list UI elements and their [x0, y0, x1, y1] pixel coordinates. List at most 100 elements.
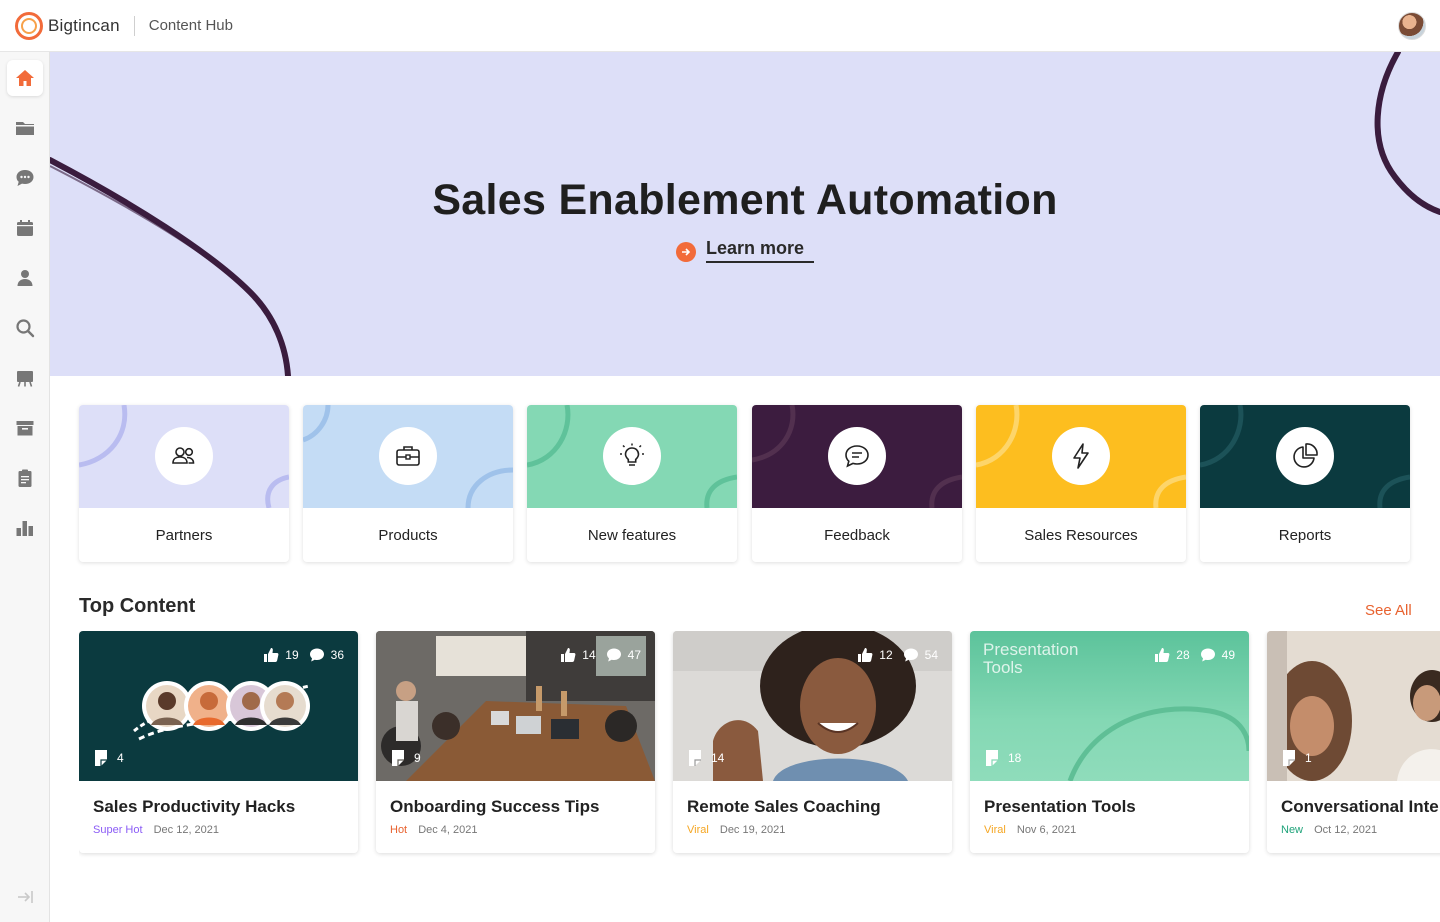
user-avatar[interactable] [1398, 12, 1426, 40]
page-count: 1 [1281, 749, 1312, 767]
sidebar-item-home[interactable] [7, 60, 43, 96]
thumbs-up-icon [264, 648, 279, 662]
arrow-right-icon [676, 242, 696, 262]
briefcase-icon [396, 446, 420, 466]
archive-icon [16, 421, 34, 436]
see-all-link[interactable]: See All [1365, 602, 1412, 619]
status-tag: Super Hot [93, 824, 143, 836]
category-icon-circle [1052, 427, 1110, 485]
card-meta: New Oct 12, 2021 [1281, 824, 1377, 836]
pages-number: 4 [117, 751, 124, 765]
sidebar-item-presentations[interactable] [7, 360, 43, 396]
category-tile-sales-resources[interactable]: Sales Resources [976, 405, 1186, 562]
status-tag: Viral [984, 824, 1006, 836]
card-meta: Viral Nov 6, 2021 [984, 824, 1076, 836]
card-meta: Viral Dec 19, 2021 [687, 824, 785, 836]
category-label: Products [378, 526, 438, 544]
category-banner [527, 405, 737, 508]
category-tile-reports[interactable]: Reports [1200, 405, 1410, 562]
card-thumbnail: 12 54 14 [673, 631, 952, 781]
page-count: 14 [687, 749, 724, 767]
thumbs-up-icon [561, 648, 576, 662]
comment-icon [606, 648, 621, 662]
card-thumbnail: 1 [1267, 631, 1440, 781]
sidebar-item-people[interactable] [7, 260, 43, 296]
chat-icon [16, 170, 34, 186]
sidebar [0, 52, 50, 922]
category-tile-feedback[interactable]: Feedback [752, 405, 962, 562]
collapse-icon[interactable] [16, 888, 34, 906]
card-title: Remote Sales Coaching [687, 797, 881, 816]
status-tag: Viral [687, 824, 709, 836]
hero-title: Sales Enablement Automation [432, 176, 1058, 224]
category-label: Sales Resources [1024, 526, 1138, 544]
card-stats: 14 47 [560, 647, 641, 663]
sidebar-item-tasks[interactable] [7, 460, 43, 496]
category-label: Feedback [824, 526, 890, 544]
likes-count: 19 [285, 648, 299, 662]
card-title: Conversational Inte [1281, 797, 1439, 816]
sidebar-item-content[interactable] [7, 110, 43, 146]
thumbs-up-icon [858, 648, 873, 662]
bigtincan-logo-icon [15, 11, 43, 40]
analytics-icon [16, 521, 33, 536]
likes-count: 12 [879, 648, 893, 662]
partners-icon [172, 447, 195, 464]
learn-more-link[interactable]: Learn more [676, 238, 815, 263]
thumbnail-title: Presentation Tools [983, 640, 1079, 677]
category-icon-circle [379, 427, 437, 485]
category-banner [976, 405, 1186, 508]
category-icon-circle [828, 427, 886, 485]
sidebar-item-chat[interactable] [7, 160, 43, 196]
card-meta: Super Hot Dec 12, 2021 [93, 824, 219, 836]
comments-count: 49 [1221, 648, 1235, 662]
sidebar-item-analytics[interactable] [7, 510, 43, 546]
header-divider [133, 15, 135, 36]
status-tag: Hot [390, 824, 408, 836]
category-tiles: Partners Products New features Feedback [79, 405, 1411, 562]
sidebar-item-search[interactable] [7, 310, 43, 346]
document-icon [1283, 750, 1295, 766]
category-tile-partners[interactable]: Partners [79, 405, 289, 562]
comment-icon [903, 648, 918, 662]
comment-icon [309, 648, 324, 662]
category-icon-circle [155, 427, 213, 485]
content-card-conversational[interactable]: 1 Conversational Inte New Oct 12, 2021 [1267, 631, 1440, 853]
content-card-presentation-tools[interactable]: Presentation Tools 28 49 18 Presentation… [970, 631, 1249, 853]
thumbs-up-icon [1155, 648, 1170, 662]
card-thumbnail: 19 36 4 [79, 631, 358, 781]
document-icon [95, 750, 107, 766]
comments-count: 54 [924, 648, 938, 662]
likes-count: 28 [1176, 648, 1190, 662]
content-card-sales-productivity[interactable]: 19 36 4 Sales Productivity Hacks Super H… [79, 631, 358, 853]
document-icon [689, 750, 701, 766]
document-icon [392, 750, 404, 766]
top-content-heading: Top Content [79, 595, 196, 617]
top-content-carousel: 19 36 4 Sales Productivity Hacks Super H… [79, 631, 1440, 861]
sidebar-item-calendar[interactable] [7, 210, 43, 246]
category-tile-products[interactable]: Products [303, 405, 513, 562]
message-icon [845, 445, 869, 468]
presentation-icon [17, 371, 33, 387]
card-stats: 19 36 [263, 647, 344, 663]
category-banner [1200, 405, 1410, 508]
pie-chart-icon [1293, 443, 1318, 468]
sidebar-item-archive[interactable] [7, 410, 43, 446]
app-title: Content Hub [148, 17, 233, 34]
card-title: Presentation Tools [984, 797, 1136, 816]
pages-number: 14 [711, 751, 725, 765]
card-date: Dec 4, 2021 [418, 824, 478, 836]
likes-count: 14 [582, 648, 596, 662]
brand-logo[interactable]: Bigtincan [14, 11, 120, 41]
brand-name: Bigtincan [48, 15, 120, 35]
hero-banner: Sales Enablement Automation Learn more [50, 52, 1440, 376]
card-title: Sales Productivity Hacks [93, 797, 296, 816]
home-icon [16, 70, 34, 86]
category-tile-new-features[interactable]: New features [527, 405, 737, 562]
content-card-onboarding[interactable]: 14 47 9 Onboarding Success Tips Hot Dec … [376, 631, 655, 853]
search-icon [16, 319, 35, 338]
status-tag: New [1281, 824, 1304, 836]
comments-count: 47 [627, 648, 641, 662]
content-card-remote-coaching[interactable]: 12 54 14 Remote Sales Coaching Viral Dec… [673, 631, 952, 853]
category-banner [79, 405, 289, 508]
